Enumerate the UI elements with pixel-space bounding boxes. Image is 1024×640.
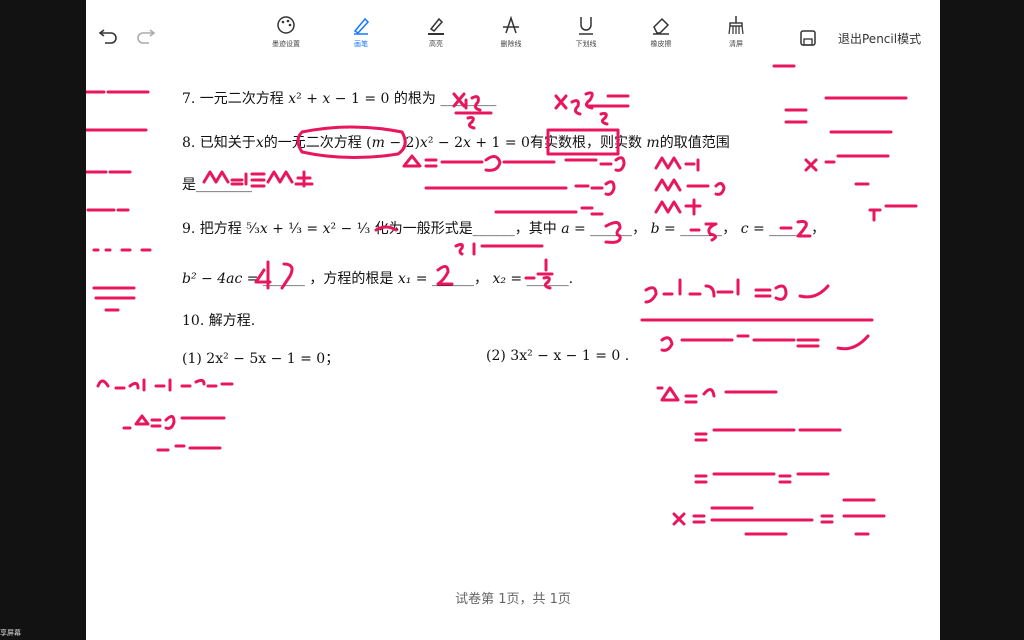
ink-right-2 xyxy=(784,96,908,134)
ink-q9-strike xyxy=(374,225,398,232)
ink-right-4 xyxy=(868,204,918,222)
handwriting-layer xyxy=(86,64,918,536)
ink-q7-x1 xyxy=(452,92,493,130)
ink-q10-work3 xyxy=(156,444,222,452)
ink-q7-x2 xyxy=(554,91,630,126)
ink-q10-work2 xyxy=(122,414,226,430)
ink-right-calc1 xyxy=(694,428,842,442)
ink-q9-a xyxy=(604,221,622,244)
ink-q8-work3 xyxy=(494,206,604,216)
ink-q8-m-work xyxy=(654,156,726,216)
ink-right-eq2 xyxy=(660,334,870,352)
ink-q9-x2 xyxy=(524,258,554,290)
ink-q8-work1 xyxy=(402,154,626,172)
ink-q9-c xyxy=(779,220,812,238)
left-dark-margin xyxy=(0,0,86,640)
ink-margin-6 xyxy=(92,286,136,312)
ink-q9-disc xyxy=(254,260,294,290)
ink-q8-work2 xyxy=(424,180,616,196)
ink-right-eq1 xyxy=(644,278,830,304)
ink-right-calc2 xyxy=(694,472,830,484)
ink-q9-b xyxy=(689,222,718,242)
right-dark-margin xyxy=(940,0,1024,640)
screen-share-tag: 享屏幕 xyxy=(0,629,21,637)
ink-q9-general xyxy=(454,242,544,256)
ink-q9-x1 xyxy=(436,265,454,286)
ink-right-3 xyxy=(804,154,890,186)
document-page[interactable]: 墨迹设置 画笔 高亮 删除线 下划线 橡皮擦 清屏 退出Pencil模式 7. … xyxy=(86,0,940,640)
ink-right-delta xyxy=(660,386,778,404)
ink-circle-real-roots xyxy=(546,128,620,156)
ink-q10-work1 xyxy=(96,378,234,392)
ink-right-x xyxy=(672,498,886,536)
ink-circle-quadratic xyxy=(296,125,407,160)
ink-q8-answer xyxy=(202,170,314,188)
